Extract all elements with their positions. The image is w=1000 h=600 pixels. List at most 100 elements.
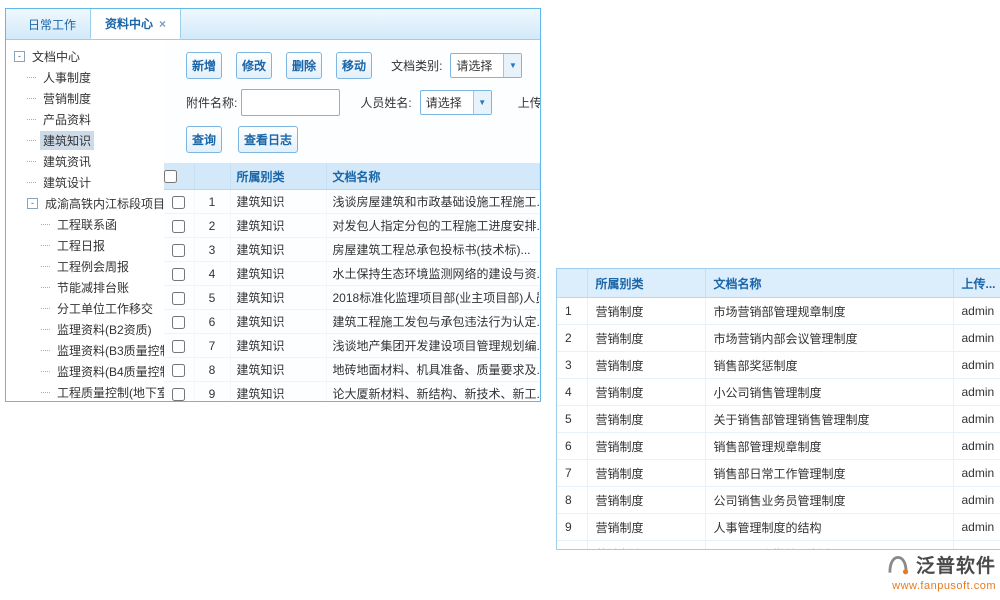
row-checkbox[interactable] (172, 292, 185, 305)
right-table-row[interactable]: 7营销制度销售部日常工作管理制度admin (557, 460, 1000, 487)
select-all-checkbox[interactable] (164, 170, 177, 183)
tree-item[interactable]: 人事制度 (14, 67, 171, 88)
tree-connector (41, 392, 50, 393)
tab-data-center[interactable]: 资料中心× (90, 8, 181, 39)
move-button[interactable]: 移动 (336, 52, 372, 79)
right-table-row[interactable]: 9营销制度人事管理制度的结构admin (557, 514, 1000, 541)
row-checkbox[interactable] (172, 244, 185, 257)
doc-table-row[interactable]: 2建筑知识对发包人指定分包的工程施工进度安排... (164, 214, 540, 238)
row-category: 建筑知识 (230, 190, 326, 214)
row-checkbox[interactable] (172, 388, 185, 401)
chevron-down-icon: ▼ (503, 54, 521, 77)
row-checkbox[interactable] (172, 364, 185, 377)
tree-connector (27, 77, 36, 78)
row-doc-name: 公司销售业务员管理制度 (705, 487, 953, 514)
tree-item[interactable]: 分工单位工作移交 (14, 298, 171, 319)
row-checkbox[interactable] (172, 340, 185, 353)
doc-table-row[interactable]: 1建筑知识浅谈房屋建筑和市政基础设施工程施工... (164, 190, 540, 214)
right-table-row[interactable]: 1营销制度市场营销部管理规章制度admin (557, 298, 1000, 325)
tree-item-label: 监理资料(B3质量控制) (54, 341, 172, 360)
tree-item[interactable]: 工程联系函 (14, 214, 171, 235)
tree-item[interactable]: 产品资料 (14, 109, 171, 130)
select-all-cell (164, 163, 194, 190)
right-table-row[interactable]: 6营销制度销售部管理规章制度admin (557, 433, 1000, 460)
tree-item[interactable]: 营销制度 (14, 88, 171, 109)
collapse-icon[interactable]: - (14, 51, 25, 62)
row-number: 1 (194, 190, 230, 214)
tree-item-label: 产品资料 (40, 110, 94, 129)
row-uploader: admin (953, 379, 1000, 406)
tab-bar: 日常工作资料中心× (6, 9, 540, 40)
doc-table-row[interactable]: 9建筑知识论大厦新材料、新结构、新技术、新工... (164, 382, 540, 402)
tree-item[interactable]: 节能减排台账 (14, 277, 171, 298)
right-table-row[interactable]: 4营销制度小公司销售管理制度admin (557, 379, 1000, 406)
tree-item[interactable]: 监理资料(B2资质) (14, 319, 171, 340)
attachment-name-input[interactable] (241, 89, 340, 116)
row-doc-name: 浅谈房屋建筑和市政基础设施工程施工... (326, 190, 540, 214)
collapse-icon[interactable]: - (27, 198, 38, 209)
tree-connector (27, 182, 36, 183)
row-doc-name: 人事管理制度的结构 (705, 514, 953, 541)
edit-button[interactable]: 修改 (236, 52, 272, 79)
tree-item[interactable]: 监理资料(B3质量控制) (14, 340, 171, 361)
person-name-select[interactable]: 请选择 ▼ (420, 90, 492, 115)
document-table: 所属别类 文档名称 1建筑知识浅谈房屋建筑和市政基础设施工程施工...2建筑知识… (164, 163, 540, 401)
tree-connector (27, 98, 36, 99)
row-checkbox[interactable] (172, 316, 185, 329)
tab-daily-work[interactable]: 日常工作 (14, 9, 90, 39)
right-table-row[interactable]: 5营销制度关于销售部管理销售管理制度admin (557, 406, 1000, 433)
row-uploader: admin (953, 298, 1000, 325)
row-doc-name: 房屋建筑工程总承包投标书(技术标)... (326, 238, 540, 262)
add-button[interactable]: 新增 (186, 52, 222, 79)
tree-item[interactable]: 工程质量控制(地下室) (14, 382, 171, 401)
tree-item[interactable]: -成渝高铁内江标段项目 (14, 193, 171, 214)
row-category: 建筑知识 (230, 310, 326, 334)
doc-table-row[interactable]: 3建筑知识房屋建筑工程总承包投标书(技术标)... (164, 238, 540, 262)
right-table-row[interactable]: 3营销制度销售部奖惩制度admin (557, 352, 1000, 379)
view-log-button[interactable]: 查看日志 (238, 126, 298, 153)
row-number: 9 (194, 382, 230, 402)
name-column-header: 文档名称 (705, 269, 953, 298)
right-table-body: 1营销制度市场营销部管理规章制度admin2营销制度市场营销内部会议管理制度ad… (557, 298, 1000, 551)
row-checkbox[interactable] (172, 196, 185, 209)
doc-table-row[interactable]: 6建筑知识建筑工程施工发包与承包违法行为认定... (164, 310, 540, 334)
doc-table-row[interactable]: 5建筑知识2018标准化监理项目部(业主项目部)人员... (164, 286, 540, 310)
row-category: 营销制度 (587, 514, 705, 541)
doc-type-select[interactable]: 请选择 ▼ (450, 53, 522, 78)
tree-item[interactable]: 建筑资讯 (14, 151, 171, 172)
row-checkbox-cell (164, 238, 194, 262)
row-doc-name: 地砖地面材料、机具准备、质量要求及... (326, 358, 540, 382)
tree-connector (41, 224, 50, 225)
right-table-row[interactable]: 8营销制度公司销售业务员管理制度admin (557, 487, 1000, 514)
doc-table-row[interactable]: 8建筑知识地砖地面材料、机具准备、质量要求及... (164, 358, 540, 382)
tree-item[interactable]: 工程例会周报 (14, 256, 171, 277)
row-number: 5 (557, 406, 587, 433)
tree-item-label: 监理资料(B4质量控制) (54, 362, 172, 381)
right-table-row[interactable]: 2营销制度市场营销内部会议管理制度admin (557, 325, 1000, 352)
right-table-row[interactable]: 10营销制度公司员工考勤管理制度admin (557, 541, 1000, 551)
row-number: 8 (194, 358, 230, 382)
row-checkbox[interactable] (172, 268, 185, 281)
tree-item[interactable]: 建筑知识 (14, 130, 171, 151)
doc-type-label: 文档类别: (391, 57, 442, 74)
row-checkbox-cell (164, 214, 194, 238)
row-checkbox-cell (164, 334, 194, 358)
doc-table-row[interactable]: 4建筑知识水土保持生态环境监测网络的建设与资... (164, 262, 540, 286)
query-button[interactable]: 查询 (186, 126, 222, 153)
row-checkbox-cell (164, 358, 194, 382)
row-number: 4 (557, 379, 587, 406)
delete-button[interactable]: 删除 (286, 52, 322, 79)
row-category: 建筑知识 (230, 286, 326, 310)
doc-table-row[interactable]: 7建筑知识浅谈地产集团开发建设项目管理规划编... (164, 334, 540, 358)
tree-item[interactable]: -文档中心 (14, 46, 171, 67)
person-name-select-value: 请选择 (421, 94, 473, 111)
row-number: 4 (194, 262, 230, 286)
tree-item[interactable]: 工程日报 (14, 235, 171, 256)
number-column-header (557, 269, 587, 298)
row-number: 2 (194, 214, 230, 238)
tab-close-icon[interactable]: × (159, 18, 166, 30)
tree-item[interactable]: 建筑设计 (14, 172, 171, 193)
tree-item-label: 建筑资讯 (40, 152, 94, 171)
row-checkbox[interactable] (172, 220, 185, 233)
tree-item[interactable]: 监理资料(B4质量控制) (14, 361, 171, 382)
